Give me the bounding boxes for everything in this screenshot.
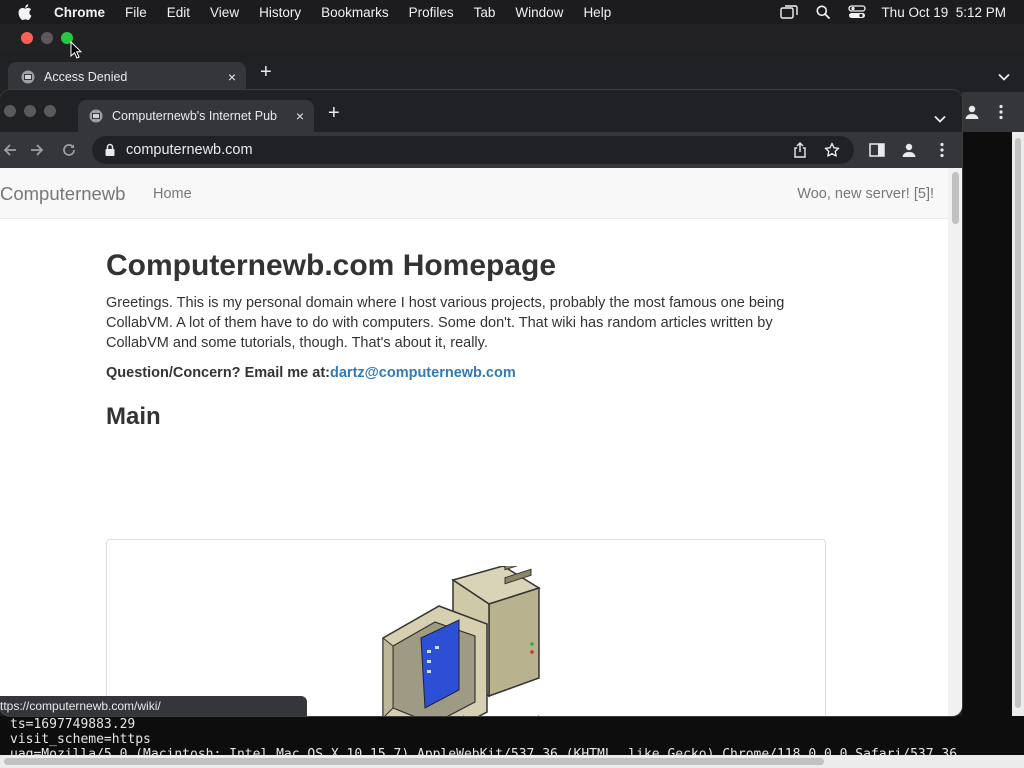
tab-computernewb[interactable]: Computernewb's Internet Pub ×	[78, 100, 314, 132]
tab-favicon-icon	[88, 108, 104, 124]
macos-menu-bar: Chrome File Edit View History Bookmarks …	[0, 0, 1024, 24]
intro-paragraph: Greetings. This is my personal domain wh…	[106, 295, 785, 351]
side-panel-icon[interactable]	[867, 140, 887, 160]
site-brand[interactable]: Computernewb	[0, 183, 125, 205]
minimize-window-icon[interactable]	[41, 32, 53, 44]
mouse-cursor-icon	[70, 41, 82, 59]
computer-illustration-icon	[382, 566, 541, 716]
scrollbar-thumb[interactable]	[4, 758, 824, 765]
nav-home-link[interactable]: Home	[153, 186, 192, 202]
menu-profiles[interactable]: Profiles	[409, 5, 454, 20]
site-navbar: Computernewb Home Woo, new server! [5]!	[0, 168, 948, 219]
web-page: Computernewb Home Woo, new server! [5]! …	[0, 168, 962, 716]
contact-label: Question/Concern? Email me at:	[106, 365, 330, 381]
new-tab-button[interactable]: +	[260, 62, 272, 82]
tab-search-chevron-icon[interactable]	[998, 68, 1010, 86]
more-menu-icon[interactable]	[932, 140, 952, 160]
close-window-icon[interactable]	[21, 32, 33, 44]
menu-app-name[interactable]: Chrome	[54, 5, 105, 20]
lock-icon[interactable]	[104, 143, 118, 157]
inner-tab-strip: Computernewb's Internet Pub × +	[0, 90, 962, 132]
url-text[interactable]: computernewb.com	[126, 142, 790, 158]
forward-arrow-icon[interactable]	[27, 140, 47, 160]
share-icon[interactable]	[790, 140, 810, 160]
menu-view[interactable]: View	[210, 5, 239, 20]
tab-title: Computernewb's Internet Pub	[112, 109, 277, 123]
close-window-icon[interactable]	[4, 105, 16, 117]
menu-history[interactable]: History	[259, 5, 301, 20]
control-center-icon[interactable]	[847, 4, 867, 20]
contact-line: Question/Concern? Email me at:dartz@comp…	[106, 363, 826, 383]
scrollbar-thumb[interactable]	[952, 172, 959, 224]
screen-mirroring-icon[interactable]	[779, 4, 799, 20]
terminal-line: visit_scheme=https	[10, 732, 151, 747]
menu-bookmarks[interactable]: Bookmarks	[321, 5, 389, 20]
back-arrow-icon[interactable]	[0, 140, 20, 160]
terminal-line: ts=1697749883.29	[10, 717, 136, 732]
tab-access-denied[interactable]: Access Denied ×	[8, 62, 246, 92]
close-tab-icon[interactable]: ×	[290, 108, 310, 124]
menu-edit[interactable]: Edit	[167, 5, 190, 20]
menu-help[interactable]: Help	[583, 5, 611, 20]
tab-favicon-icon	[20, 69, 36, 85]
outer-tab-strip: Access Denied ×	[0, 52, 1024, 92]
profile-icon[interactable]	[899, 140, 919, 160]
horizontal-scrollbar[interactable]	[0, 755, 1024, 768]
main-panel	[106, 539, 826, 716]
outer-window-titlebar	[0, 24, 1024, 52]
page-content: Computernewb.com Homepage Greetings. Thi…	[106, 248, 826, 432]
menu-window[interactable]: Window	[515, 5, 563, 20]
tab-search-chevron-icon[interactable]	[934, 110, 946, 128]
page-title: Computernewb.com Homepage	[106, 249, 557, 282]
link-status-bubble: ttps://computernewb.com/wiki/	[0, 696, 307, 716]
search-icon[interactable]	[813, 4, 833, 20]
close-tab-icon[interactable]: ×	[222, 69, 242, 85]
desktop: Chrome File Edit View History Bookmarks …	[0, 0, 1024, 768]
more-menu-icon[interactable]	[998, 104, 1004, 125]
menu-file[interactable]: File	[125, 5, 147, 20]
menubar-datetime[interactable]: Thu Oct 19 5:12 PM	[881, 5, 1006, 20]
reload-icon[interactable]	[59, 140, 79, 160]
profile-icon[interactable]	[964, 104, 980, 125]
contact-email-link[interactable]: dartz@computernewb.com	[330, 365, 516, 381]
tab-title: Access Denied	[44, 70, 128, 84]
fullscreen-window-icon[interactable]	[44, 105, 56, 117]
new-tab-button[interactable]: +	[328, 103, 340, 123]
apple-icon[interactable]	[18, 4, 40, 20]
bookmark-star-icon[interactable]	[822, 140, 842, 160]
page-vertical-scrollbar[interactable]	[948, 168, 962, 716]
outer-vertical-scrollbar[interactable]	[1012, 132, 1024, 722]
browser-toolbar: computernewb.com	[0, 132, 962, 168]
inner-browser-window: Computernewb's Internet Pub × + computer…	[0, 90, 962, 716]
address-bar[interactable]: computernewb.com	[92, 136, 854, 164]
menu-tab[interactable]: Tab	[474, 5, 496, 20]
scrollbar-thumb[interactable]	[1015, 138, 1021, 708]
outer-toolbar	[962, 92, 1024, 132]
section-heading-main: Main	[106, 403, 161, 430]
nav-server-link[interactable]: Woo, new server! [5]!	[797, 186, 934, 202]
minimize-window-icon[interactable]	[24, 105, 36, 117]
